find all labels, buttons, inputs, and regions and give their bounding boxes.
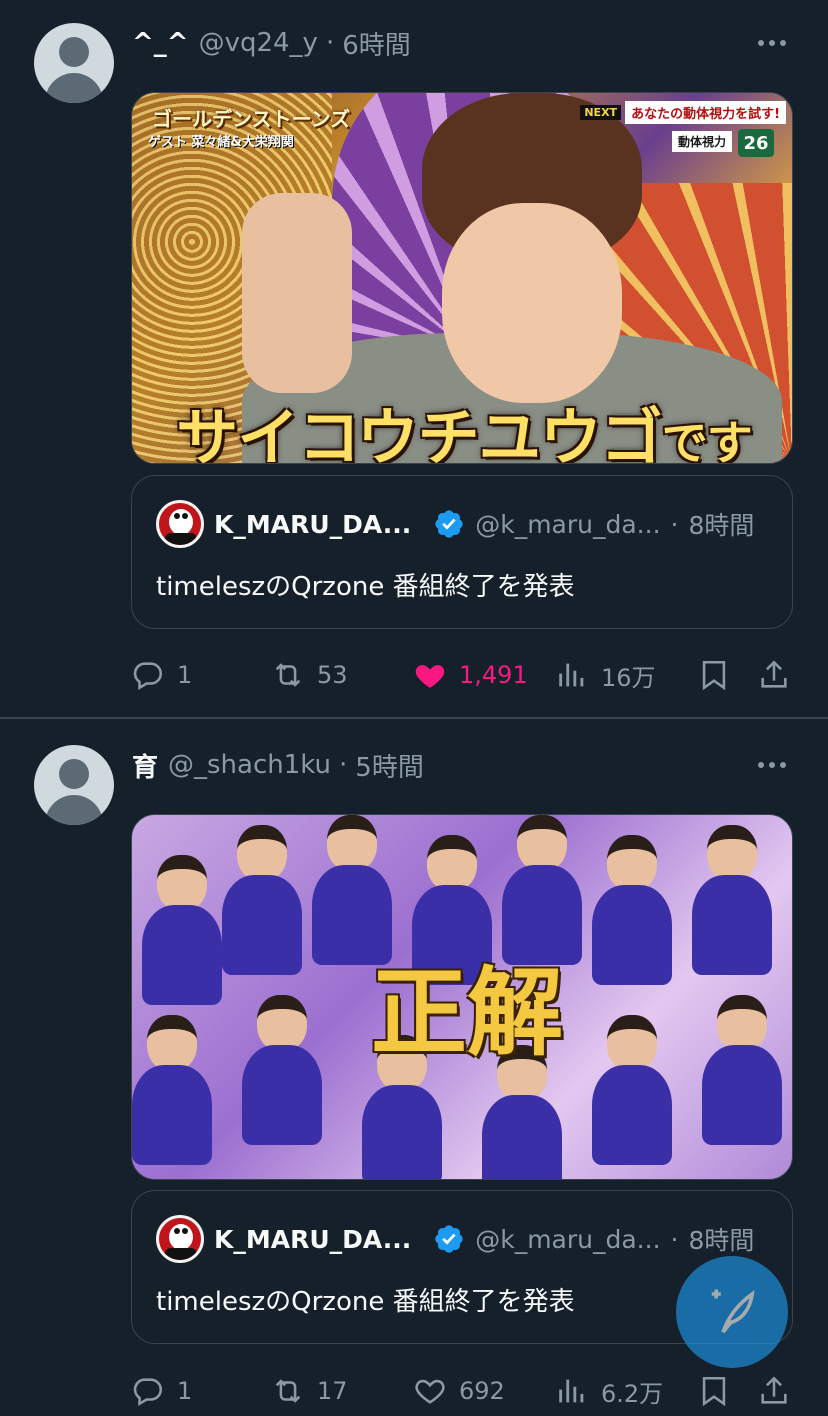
more-icon[interactable] <box>752 28 792 58</box>
views-button[interactable]: 6.2万 <box>555 1371 663 1411</box>
share-icon <box>761 1376 787 1404</box>
views-button[interactable]: 16万 <box>555 655 656 695</box>
compose-icon <box>711 1289 755 1334</box>
channel-number: 26 <box>738 129 774 157</box>
like-count: 1,491 <box>459 661 528 689</box>
views-count: 16万 <box>601 663 656 692</box>
next-banner: NEXT あなたの動体視力を試す! <box>580 101 786 124</box>
tweet-header: ^_^ @vq24_y · 6時間 <box>132 23 411 63</box>
avatar[interactable] <box>34 23 114 103</box>
like-count: 692 <box>459 1377 505 1405</box>
views-icon <box>559 1379 584 1403</box>
next-subtitle: 動体視力 <box>671 131 732 152</box>
quoted-avatar[interactable] <box>156 1215 204 1263</box>
image-caption: サイコウチユウゴです <box>144 387 784 464</box>
views-count: 6.2万 <box>601 1379 664 1408</box>
verified-badge-icon <box>435 510 463 538</box>
tweet-actions: 1 17 692 6.2万 <box>131 1371 793 1411</box>
separator-dot: · <box>670 509 679 539</box>
guest-caption: ゲスト 菜々緒&大栄翔関 <box>148 135 294 150</box>
default-avatar-head <box>59 759 89 789</box>
bookmark-icon <box>702 1376 726 1407</box>
separator-dot: · <box>670 1224 679 1254</box>
quoted-display-name: K_MARU_DA... <box>214 509 412 539</box>
reply-count: 1 <box>177 661 193 689</box>
default-avatar-body <box>45 73 103 103</box>
share-icon <box>761 660 787 688</box>
quoted-handle: @k_maru_da... <box>475 1224 661 1254</box>
quoted-handle: @k_maru_da... <box>475 509 661 539</box>
quoted-tweet[interactable]: K_MARU_DA... @k_maru_da... · 8時間 timeles… <box>131 475 793 629</box>
reply-button[interactable]: 1 <box>131 655 192 695</box>
reply-icon <box>133 1378 163 1407</box>
tweet-header: 育 @_shach1ku · 5時間 <box>132 745 424 785</box>
retweet-icon <box>275 1379 301 1403</box>
image-caption: 正解 <box>371 957 563 1069</box>
views-icon <box>559 663 584 687</box>
reply-icon <box>133 662 163 691</box>
quoted-text: timeleszのQrzone 番組終了を発表 <box>156 1287 575 1317</box>
quoted-avatar[interactable] <box>156 500 204 548</box>
retweet-icon <box>275 663 301 687</box>
display-name[interactable]: ^_^ <box>132 28 189 58</box>
heart-icon <box>415 1379 445 1404</box>
tweet-timestamp[interactable]: 6時間 <box>342 25 411 62</box>
bookmark-icon <box>702 660 726 691</box>
retweet-button[interactable]: 17 <box>271 1371 348 1411</box>
retweet-button[interactable]: 53 <box>271 655 348 695</box>
next-text: あなたの動体視力を試す! <box>625 101 786 124</box>
avatar[interactable] <box>34 745 114 825</box>
person-face <box>442 203 622 403</box>
default-avatar-body <box>45 795 103 825</box>
tweet[interactable]: ^_^ @vq24_y · 6時間 ゴールデンストーンズ ゲスト 菜々緒&大栄翔… <box>0 0 828 718</box>
quoted-timestamp: 8時間 <box>688 511 755 540</box>
separator-dot: · <box>339 750 348 780</box>
share-button[interactable] <box>757 1371 803 1411</box>
caption-main: サイコウチユウゴ <box>176 401 663 464</box>
quoted-text: timeleszのQrzone 番組終了を発表 <box>156 572 575 602</box>
default-avatar-head <box>59 37 89 67</box>
quoted-header: K_MARU_DA... @k_maru_da... · 8時間 <box>214 506 754 542</box>
more-icon[interactable] <box>752 750 792 780</box>
separator-dot: · <box>325 28 335 58</box>
display-name[interactable]: 育 <box>132 747 158 784</box>
quoted-display-name: K_MARU_DA... <box>214 1224 412 1254</box>
tweet-timestamp[interactable]: 5時間 <box>355 747 424 784</box>
user-handle[interactable]: @vq24_y <box>199 28 318 58</box>
thumbs-up-hand <box>242 193 352 393</box>
tweet-divider <box>0 717 828 719</box>
tweet-media-image[interactable]: ゴールデンストーンズ ゲスト 菜々緒&大栄翔関 NEXT あなたの動体視力を試す… <box>131 92 793 464</box>
share-button[interactable] <box>757 655 803 695</box>
user-handle[interactable]: @_shach1ku <box>168 750 331 780</box>
quoted-header: K_MARU_DA... @k_maru_da... · 8時間 <box>214 1221 754 1257</box>
retweet-count: 53 <box>317 661 348 689</box>
like-button[interactable]: 692 <box>413 1371 505 1411</box>
next-tag: NEXT <box>580 105 622 120</box>
heart-icon <box>415 665 445 688</box>
bookmark-button[interactable] <box>697 655 743 695</box>
reply-button[interactable]: 1 <box>131 1371 192 1411</box>
like-button[interactable]: 1,491 <box>413 655 528 695</box>
quoted-timestamp: 8時間 <box>688 1226 755 1255</box>
compose-button[interactable] <box>676 1256 788 1368</box>
bookmark-button[interactable] <box>697 1371 743 1411</box>
retweet-count: 17 <box>317 1377 348 1405</box>
verified-badge-icon <box>435 1225 463 1253</box>
reply-count: 1 <box>177 1377 193 1405</box>
caption-suffix: です <box>661 416 753 464</box>
tweet-actions: 1 53 1,491 16万 <box>131 655 793 695</box>
timeline-feed: ^_^ @vq24_y · 6時間 ゴールデンストーンズ ゲスト 菜々緒&大栄翔… <box>0 0 828 1416</box>
tweet-media-image[interactable]: 正解 <box>131 814 793 1180</box>
